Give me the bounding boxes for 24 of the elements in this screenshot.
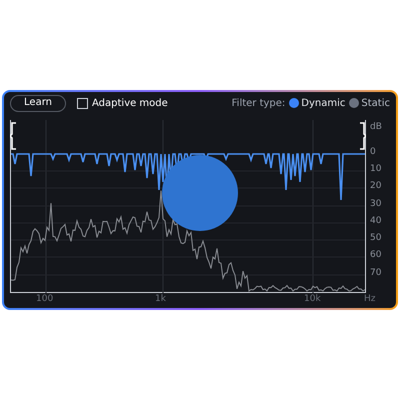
db-axis-label: 50 <box>370 234 382 244</box>
db-axis-label: 20 <box>370 182 382 192</box>
frequency-axis-label: 1k <box>155 295 166 304</box>
round-marker[interactable] <box>162 155 238 232</box>
frequency-axis-label: 10k <box>304 295 321 304</box>
radio-button[interactable] <box>349 98 360 108</box>
db-axis-label: dB <box>370 123 382 132</box>
db-axis-label: 30 <box>370 200 382 210</box>
db-axis-label: 40 <box>370 217 382 226</box>
bracket-handle-icon[interactable] <box>10 122 17 150</box>
db-axis-label: 10 <box>370 165 382 174</box>
frequency-axis-label: 100 <box>36 295 54 304</box>
db-axis-label: 0 <box>370 148 376 158</box>
radio-button[interactable] <box>289 98 300 108</box>
adaptive-mode-label: Adaptive mode <box>92 96 168 111</box>
adaptive-mode-checkbox[interactable] <box>77 98 88 109</box>
db-axis-label: 70 <box>370 269 382 278</box>
db-axis-label: 60 <box>370 251 382 260</box>
radio-label: Static <box>361 96 390 111</box>
learn-button[interactable]: Learn <box>10 94 66 112</box>
bracket-handle-icon[interactable] <box>359 122 366 150</box>
radio-label: Dynamic <box>301 96 346 111</box>
filter-type-label: Filter type: <box>232 96 286 111</box>
frequency-axis-label: Hz <box>364 295 376 304</box>
